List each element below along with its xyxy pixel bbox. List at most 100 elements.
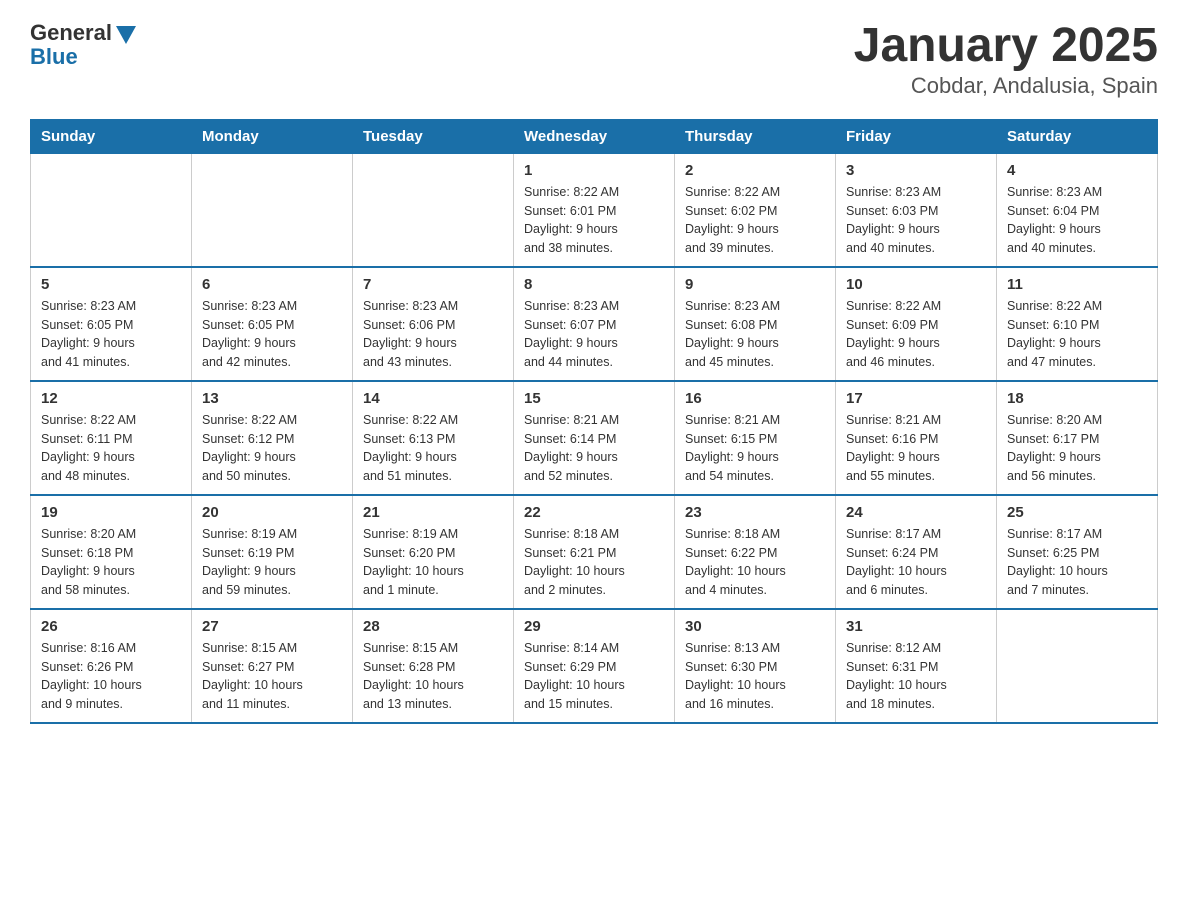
- calendar-cell: 6Sunrise: 8:23 AM Sunset: 6:05 PM Daylig…: [192, 267, 353, 381]
- day-info: Sunrise: 8:23 AM Sunset: 6:08 PM Dayligh…: [685, 297, 825, 372]
- day-info: Sunrise: 8:22 AM Sunset: 6:11 PM Dayligh…: [41, 411, 181, 486]
- day-number: 13: [202, 390, 342, 407]
- day-number: 14: [363, 390, 503, 407]
- day-info: Sunrise: 8:20 AM Sunset: 6:17 PM Dayligh…: [1007, 411, 1147, 486]
- calendar-header: SundayMondayTuesdayWednesdayThursdayFrid…: [31, 119, 1158, 153]
- title-block: January 2025 Cobdar, Andalusia, Spain: [854, 20, 1158, 99]
- day-info: Sunrise: 8:21 AM Sunset: 6:16 PM Dayligh…: [846, 411, 986, 486]
- calendar-cell: 26Sunrise: 8:16 AM Sunset: 6:26 PM Dayli…: [31, 609, 192, 723]
- calendar-cell: [31, 153, 192, 267]
- day-info: Sunrise: 8:16 AM Sunset: 6:26 PM Dayligh…: [41, 639, 181, 714]
- calendar-cell: 1 Sunrise: 8:22 AM Sunset: 6:01 PM Daylig…: [514, 153, 675, 267]
- calendar-cell: 11 Sunrise: 8:22 AM Sunset: 6:10 PM Dayli…: [997, 267, 1158, 381]
- day-number: 7: [363, 276, 503, 293]
- day-info: Sunrise: 8:13 AM Sunset: 6:30 PM Dayligh…: [685, 639, 825, 714]
- week-row-3: 19 Sunrise: 8:20 AM Sunset: 6:18 PM Dayli…: [31, 495, 1158, 609]
- day-info: Sunrise: 8:21 AM Sunset: 6:15 PM Dayligh…: [685, 411, 825, 486]
- day-info: Sunrise: 8:23 AM Sunset: 6:04 PM Dayligh…: [1007, 183, 1147, 258]
- logo-blue-text: Blue: [30, 44, 78, 70]
- calendar-cell: 19 Sunrise: 8:20 AM Sunset: 6:18 PM Dayli…: [31, 495, 192, 609]
- day-info: Sunrise: 8:22 AM Sunset: 6:13 PM Dayligh…: [363, 411, 503, 486]
- page-header: General Blue January 2025 Cobdar, Andalu…: [30, 20, 1158, 99]
- calendar-cell: [997, 609, 1158, 723]
- calendar-cell: 16 Sunrise: 8:21 AM Sunset: 6:15 PM Dayli…: [675, 381, 836, 495]
- calendar-title: January 2025: [854, 20, 1158, 73]
- header-cell-monday: Monday: [192, 119, 353, 153]
- calendar-cell: 18 Sunrise: 8:20 AM Sunset: 6:17 PM Dayli…: [997, 381, 1158, 495]
- calendar-cell: 25 Sunrise: 8:17 AM Sunset: 6:25 PM Dayli…: [997, 495, 1158, 609]
- header-row: SundayMondayTuesdayWednesdayThursdayFrid…: [31, 119, 1158, 153]
- day-info: Sunrise: 8:12 AM Sunset: 6:31 PM Dayligh…: [846, 639, 986, 714]
- day-info: Sunrise: 8:17 AM Sunset: 6:25 PM Dayligh…: [1007, 525, 1147, 600]
- header-cell-tuesday: Tuesday: [353, 119, 514, 153]
- day-number: 25: [1007, 504, 1147, 521]
- day-info: Sunrise: 8:15 AM Sunset: 6:28 PM Dayligh…: [363, 639, 503, 714]
- day-number: 12: [41, 390, 181, 407]
- week-row-2: 12 Sunrise: 8:22 AM Sunset: 6:11 PM Dayli…: [31, 381, 1158, 495]
- calendar-cell: [192, 153, 353, 267]
- day-info: Sunrise: 8:21 AM Sunset: 6:14 PM Dayligh…: [524, 411, 664, 486]
- logo: General Blue: [30, 20, 136, 70]
- week-row-1: 5 Sunrise: 8:23 AM Sunset: 6:05 PM Daylig…: [31, 267, 1158, 381]
- day-info: Sunrise: 8:19 AM Sunset: 6:20 PM Dayligh…: [363, 525, 503, 600]
- day-info: Sunrise: 8:22 AM Sunset: 6:02 PM Dayligh…: [685, 183, 825, 258]
- header-cell-friday: Friday: [836, 119, 997, 153]
- header-cell-sunday: Sunday: [31, 119, 192, 153]
- calendar-cell: 5Sunrise: 8:23 AM Sunset: 6:05 PM Daylig…: [31, 267, 192, 381]
- day-number: 30: [685, 618, 825, 635]
- logo-triangle-icon: [116, 26, 136, 44]
- day-number: 18: [1007, 390, 1147, 407]
- day-info: Sunrise: 8:18 AM Sunset: 6:22 PM Dayligh…: [685, 525, 825, 600]
- day-number: 16: [685, 390, 825, 407]
- day-number: 27: [202, 618, 342, 635]
- calendar-cell: 29Sunrise: 8:14 AM Sunset: 6:29 PM Dayli…: [514, 609, 675, 723]
- day-info: Sunrise: 8:23 AM Sunset: 6:06 PM Dayligh…: [363, 297, 503, 372]
- calendar-cell: 8Sunrise: 8:23 AM Sunset: 6:07 PM Daylig…: [514, 267, 675, 381]
- day-info: Sunrise: 8:20 AM Sunset: 6:18 PM Dayligh…: [41, 525, 181, 600]
- day-number: 3: [846, 162, 986, 179]
- week-row-0: 1 Sunrise: 8:22 AM Sunset: 6:01 PM Daylig…: [31, 153, 1158, 267]
- calendar-cell: 13 Sunrise: 8:22 AM Sunset: 6:12 PM Dayli…: [192, 381, 353, 495]
- day-info: Sunrise: 8:17 AM Sunset: 6:24 PM Dayligh…: [846, 525, 986, 600]
- day-info: Sunrise: 8:23 AM Sunset: 6:05 PM Dayligh…: [202, 297, 342, 372]
- header-cell-wednesday: Wednesday: [514, 119, 675, 153]
- day-number: 20: [202, 504, 342, 521]
- day-number: 8: [524, 276, 664, 293]
- day-number: 15: [524, 390, 664, 407]
- calendar-cell: 9 Sunrise: 8:23 AM Sunset: 6:08 PM Daylig…: [675, 267, 836, 381]
- day-number: 5: [41, 276, 181, 293]
- calendar-cell: 3 Sunrise: 8:23 AM Sunset: 6:03 PM Daylig…: [836, 153, 997, 267]
- day-number: 22: [524, 504, 664, 521]
- header-cell-saturday: Saturday: [997, 119, 1158, 153]
- day-number: 17: [846, 390, 986, 407]
- day-number: 23: [685, 504, 825, 521]
- calendar-cell: [353, 153, 514, 267]
- calendar-table: SundayMondayTuesdayWednesdayThursdayFrid…: [30, 119, 1158, 724]
- day-number: 28: [363, 618, 503, 635]
- day-number: 11: [1007, 276, 1147, 293]
- day-info: Sunrise: 8:19 AM Sunset: 6:19 PM Dayligh…: [202, 525, 342, 600]
- day-info: Sunrise: 8:18 AM Sunset: 6:21 PM Dayligh…: [524, 525, 664, 600]
- calendar-cell: 21 Sunrise: 8:19 AM Sunset: 6:20 PM Dayli…: [353, 495, 514, 609]
- day-info: Sunrise: 8:22 AM Sunset: 6:12 PM Dayligh…: [202, 411, 342, 486]
- day-info: Sunrise: 8:15 AM Sunset: 6:27 PM Dayligh…: [202, 639, 342, 714]
- day-number: 1: [524, 162, 664, 179]
- calendar-cell: 22 Sunrise: 8:18 AM Sunset: 6:21 PM Dayli…: [514, 495, 675, 609]
- day-number: 29: [524, 618, 664, 635]
- day-info: Sunrise: 8:23 AM Sunset: 6:03 PM Dayligh…: [846, 183, 986, 258]
- calendar-cell: 27 Sunrise: 8:15 AM Sunset: 6:27 PM Dayli…: [192, 609, 353, 723]
- calendar-cell: 14 Sunrise: 8:22 AM Sunset: 6:13 PM Dayli…: [353, 381, 514, 495]
- day-info: Sunrise: 8:22 AM Sunset: 6:01 PM Dayligh…: [524, 183, 664, 258]
- day-number: 31: [846, 618, 986, 635]
- calendar-cell: 15 Sunrise: 8:21 AM Sunset: 6:14 PM Dayli…: [514, 381, 675, 495]
- week-row-4: 26Sunrise: 8:16 AM Sunset: 6:26 PM Dayli…: [31, 609, 1158, 723]
- calendar-cell: 30 Sunrise: 8:13 AM Sunset: 6:30 PM Dayli…: [675, 609, 836, 723]
- day-info: Sunrise: 8:22 AM Sunset: 6:09 PM Dayligh…: [846, 297, 986, 372]
- calendar-cell: 10Sunrise: 8:22 AM Sunset: 6:09 PM Dayli…: [836, 267, 997, 381]
- day-number: 19: [41, 504, 181, 521]
- day-number: 21: [363, 504, 503, 521]
- calendar-cell: 7 Sunrise: 8:23 AM Sunset: 6:06 PM Daylig…: [353, 267, 514, 381]
- calendar-cell: 4Sunrise: 8:23 AM Sunset: 6:04 PM Daylig…: [997, 153, 1158, 267]
- day-info: Sunrise: 8:22 AM Sunset: 6:10 PM Dayligh…: [1007, 297, 1147, 372]
- day-number: 9: [685, 276, 825, 293]
